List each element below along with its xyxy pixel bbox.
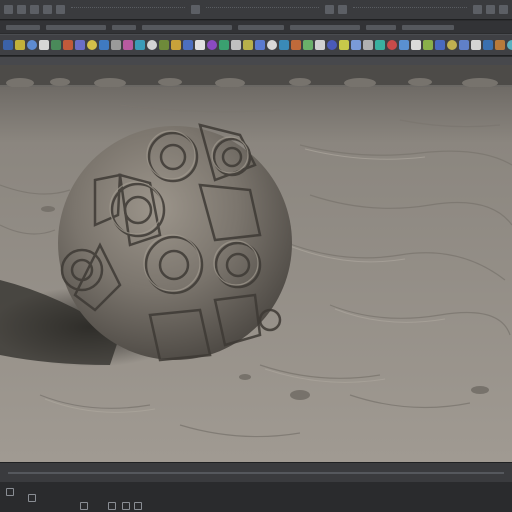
menu-icon-c[interactable] — [338, 5, 348, 14]
edit-icon[interactable] — [30, 5, 39, 14]
status-bar — [0, 482, 512, 512]
shelf-tool-icon[interactable] — [507, 40, 512, 50]
carved-sphere — [58, 123, 292, 362]
tab-chip[interactable] — [238, 24, 284, 30]
shelf-tool-icon[interactable] — [399, 40, 409, 50]
shelf-tool-icon[interactable] — [195, 40, 205, 50]
shelf-tool-icon[interactable] — [375, 40, 385, 50]
tab-chip[interactable] — [142, 24, 232, 30]
menu-icon-a[interactable] — [190, 5, 200, 14]
shelf-tool-icon[interactable] — [39, 40, 49, 50]
square-icon[interactable] — [28, 494, 36, 502]
shelf-tool-icon[interactable] — [243, 40, 253, 50]
square-icon[interactable] — [122, 502, 130, 510]
tab-chip[interactable] — [290, 24, 360, 30]
shelf-tool-icon[interactable] — [135, 40, 145, 50]
menu-divider — [353, 7, 468, 12]
shelf-tool-icon[interactable] — [3, 40, 13, 50]
shelf-tool-icon[interactable] — [87, 40, 97, 50]
shelf-tool-icon[interactable] — [15, 40, 25, 50]
square-icon[interactable] — [6, 488, 14, 496]
horizon-band — [0, 65, 512, 85]
tab-chip[interactable] — [6, 24, 40, 30]
shelf-tool-icon[interactable] — [471, 40, 481, 50]
square-icon[interactable] — [108, 502, 116, 510]
tab-chip[interactable] — [366, 24, 396, 30]
file-icon[interactable] — [17, 5, 26, 14]
viewport-render — [0, 65, 512, 462]
shelf-tool-icon[interactable] — [279, 40, 289, 50]
square-icon[interactable] — [80, 502, 88, 510]
menu-divider — [205, 7, 320, 12]
shelf-tool-icon[interactable] — [447, 40, 457, 50]
shelf-tool-icon[interactable] — [159, 40, 169, 50]
shelf-tool-icon[interactable] — [495, 40, 505, 50]
shelf-tool-icon[interactable] — [327, 40, 337, 50]
close-icon[interactable] — [499, 5, 509, 14]
square-icon[interactable] — [134, 502, 142, 510]
window-icon[interactable] — [56, 5, 65, 14]
shelf-tool-icon[interactable] — [363, 40, 373, 50]
app-icon[interactable] — [4, 5, 13, 14]
shelf-tool-icon[interactable] — [315, 40, 325, 50]
menu-divider — [71, 7, 185, 12]
menu-icon-b[interactable] — [325, 5, 335, 14]
viewport[interactable] — [0, 65, 512, 462]
shelf-tool-icon[interactable] — [435, 40, 445, 50]
shelf-tool-icon[interactable] — [75, 40, 85, 50]
shelf-tool-icon[interactable] — [231, 40, 241, 50]
tab-chip[interactable] — [46, 24, 106, 30]
shelf-tool-icon[interactable] — [63, 40, 73, 50]
tab-chip[interactable] — [112, 24, 136, 30]
shelf-tool-icon[interactable] — [123, 40, 133, 50]
tool-shelf — [0, 34, 512, 56]
maximize-icon[interactable] — [486, 5, 496, 14]
shelf-tool-icon[interactable] — [267, 40, 277, 50]
tab-chip[interactable] — [402, 24, 454, 30]
shelf-tool-icon[interactable] — [147, 40, 157, 50]
shelf-tool-icon[interactable] — [219, 40, 229, 50]
timeline-track[interactable] — [8, 472, 504, 474]
shelf-tool-icon[interactable] — [51, 40, 61, 50]
shelf-tool-icon[interactable] — [387, 40, 397, 50]
shelf-tool-icon[interactable] — [255, 40, 265, 50]
shelf-divider — [0, 57, 512, 65]
view-icon[interactable] — [43, 5, 52, 14]
shelf-tool-icon[interactable] — [27, 40, 37, 50]
shelf-tool-icon[interactable] — [483, 40, 493, 50]
shelf-tool-icon[interactable] — [183, 40, 193, 50]
shelf-tool-icon[interactable] — [411, 40, 421, 50]
shelf-tool-icon[interactable] — [99, 40, 109, 50]
shelf-tool-icon[interactable] — [111, 40, 121, 50]
shelf-tool-icon[interactable] — [351, 40, 361, 50]
shelf-tool-icon[interactable] — [171, 40, 181, 50]
shelf-tool-icon[interactable] — [303, 40, 313, 50]
sub-header — [0, 21, 512, 33]
shelf-tool-icon[interactable] — [291, 40, 301, 50]
minimize-icon[interactable] — [473, 5, 483, 14]
shelf-tool-icon[interactable] — [459, 40, 469, 50]
shelf-tool-icon[interactable] — [423, 40, 433, 50]
shelf-tool-icon[interactable] — [207, 40, 217, 50]
shelf-tool-icon[interactable] — [339, 40, 349, 50]
menu-bar — [0, 0, 512, 20]
timeline[interactable] — [0, 462, 512, 483]
